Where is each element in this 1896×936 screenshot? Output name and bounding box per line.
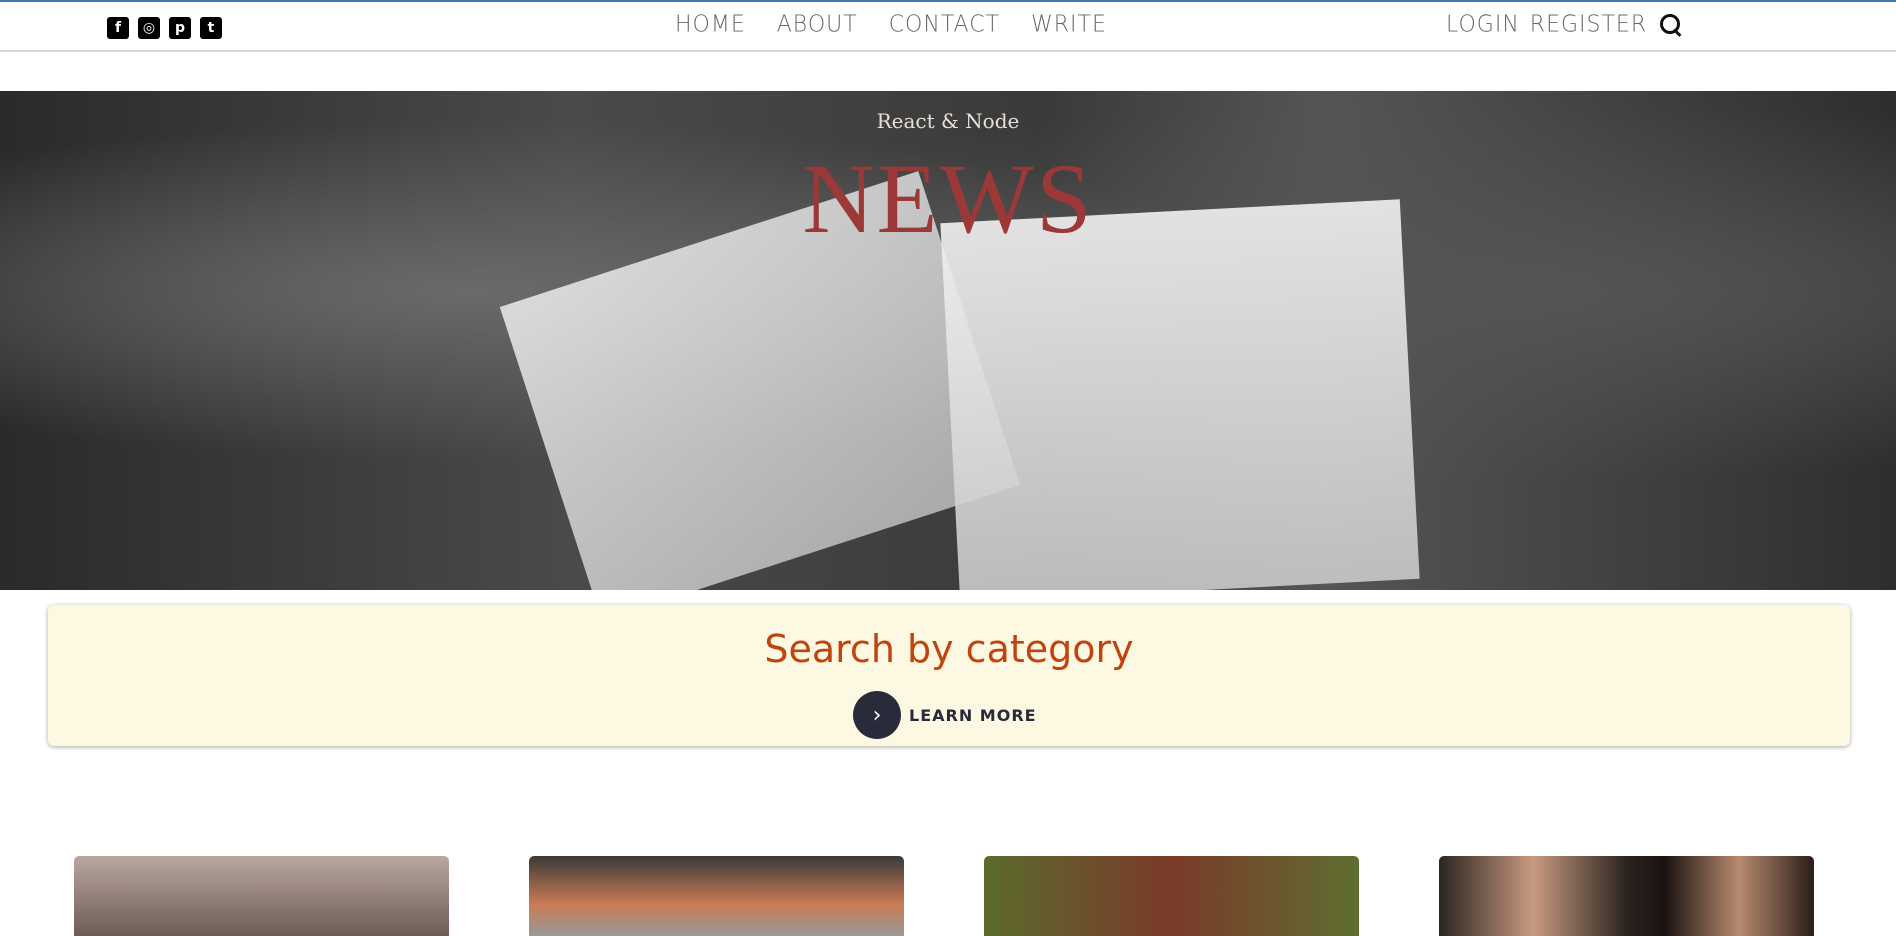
register-link[interactable]: REGISTER bbox=[1530, 11, 1647, 37]
instagram-icon[interactable]: ◎ bbox=[138, 17, 160, 39]
social-links: f ◎ p t bbox=[107, 17, 222, 39]
facebook-icon[interactable]: f bbox=[107, 17, 129, 39]
hero-subtitle: React & Node bbox=[876, 109, 1020, 133]
post-card-image[interactable] bbox=[1439, 856, 1814, 936]
main-nav: HOME ABOUT CONTACT WRITE bbox=[675, 11, 1107, 37]
hero-title: NEWS bbox=[802, 143, 1094, 254]
learn-more-label: LEARN MORE bbox=[909, 705, 1037, 725]
search-icon[interactable] bbox=[1659, 13, 1683, 37]
twitter-icon[interactable]: t bbox=[200, 17, 222, 39]
post-card-image[interactable] bbox=[984, 856, 1359, 936]
nav-home[interactable]: HOME bbox=[675, 11, 746, 37]
nav-write[interactable]: WRITE bbox=[1031, 11, 1107, 37]
post-card-image[interactable] bbox=[74, 856, 449, 936]
nav-about[interactable]: ABOUT bbox=[777, 11, 858, 37]
chevron-right-icon: › bbox=[853, 691, 901, 739]
top-bar: f ◎ p t HOME ABOUT CONTACT WRITE LOGIN R… bbox=[0, 0, 1896, 52]
hero-image-newspaper bbox=[940, 199, 1420, 590]
login-link[interactable]: LOGIN bbox=[1446, 11, 1520, 37]
category-box: Search by category › LEARN MORE bbox=[48, 605, 1850, 746]
nav-contact[interactable]: CONTACT bbox=[889, 11, 1000, 37]
auth-links: LOGIN REGISTER bbox=[1446, 11, 1683, 38]
pinterest-icon[interactable]: p bbox=[169, 17, 191, 39]
category-title: Search by category bbox=[764, 627, 1134, 671]
post-card-image[interactable] bbox=[529, 856, 904, 936]
hero-header: React & Node NEWS bbox=[0, 91, 1896, 590]
learn-more-button[interactable]: › LEARN MORE bbox=[853, 691, 1037, 739]
